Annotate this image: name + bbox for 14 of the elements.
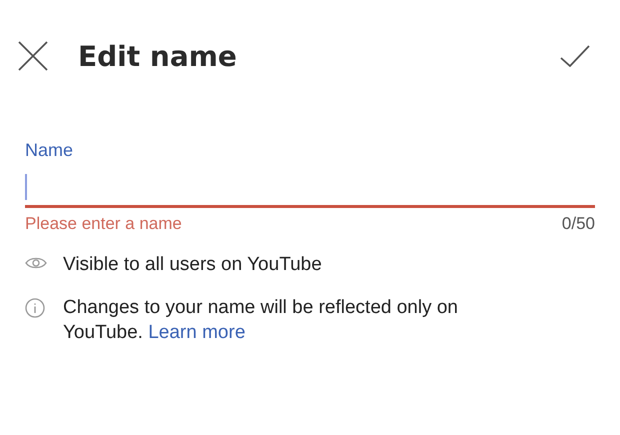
check-icon [560,45,590,67]
note-text: Visible to all users on YouTube [63,253,323,277]
close-button[interactable] [18,41,48,71]
close-icon [18,41,48,71]
error-message: Please enter a name [25,214,182,234]
character-counter: 0/50 [562,214,595,234]
learn-more-link[interactable]: Learn more [148,322,246,343]
note-text: Changes to your name will be reflected only on YouTube. Learn more [63,296,460,345]
page-title: Edit name [78,40,237,72]
confirm-button[interactable] [560,45,590,67]
text-cursor [25,174,27,200]
info-icon [25,298,45,318]
field-label: Name [25,140,74,161]
eye-icon [25,255,47,271]
